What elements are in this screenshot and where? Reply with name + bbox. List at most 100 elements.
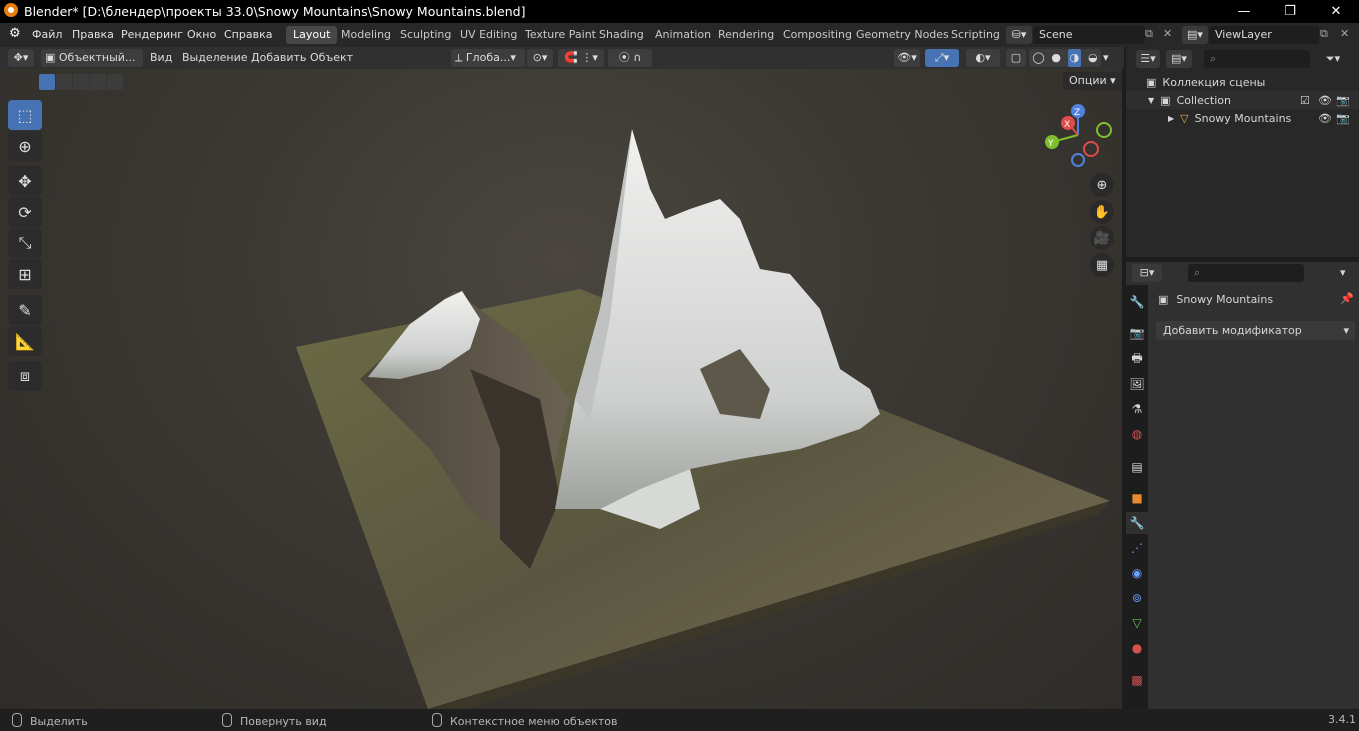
transform-orientation-dropdown[interactable]: ⟂ Глоба...▾ [451, 49, 525, 67]
material-tab-icon[interactable]: ● [1126, 637, 1148, 659]
viewlayer-selector-icon[interactable]: ▤▾ [1182, 26, 1208, 44]
constraints-tab-icon[interactable]: ⊚ [1126, 587, 1148, 609]
tab-compositing[interactable]: Compositing [776, 26, 859, 44]
move-icon[interactable]: ✥ [8, 166, 42, 196]
tab-texture-paint[interactable]: Texture Paint [518, 26, 603, 44]
minimize-button[interactable]: — [1221, 0, 1267, 23]
maximize-button[interactable]: ❐ [1267, 0, 1313, 23]
add-modifier-button[interactable]: Добавить модификатор ▾ [1156, 321, 1355, 340]
menu-select[interactable]: Выделение [182, 49, 248, 67]
transform-icon[interactable]: ⊞ [8, 259, 42, 289]
tool-tab-icon[interactable]: 🔧 [1126, 291, 1148, 313]
remove-viewlayer-icon[interactable]: ✕ [1340, 27, 1349, 40]
cursor-icon[interactable]: ⊕ [8, 131, 42, 161]
collection-checkbox-icon[interactable]: ☑ [1300, 94, 1310, 107]
properties-search-input[interactable]: ⌕ [1188, 264, 1304, 282]
pin-icon[interactable]: 📌 [1340, 292, 1354, 305]
shading-modes: ◯ ● ◑ ◒ [1029, 49, 1101, 67]
overlay-toggle-icon[interactable]: ◐▾ [966, 49, 1000, 67]
menu-window[interactable]: Окно [187, 28, 216, 41]
menu-add[interactable]: Добавить [251, 49, 306, 67]
snap-icon[interactable]: 🧲 ⋮▾ [558, 49, 604, 67]
expand-collection-icon[interactable]: ▼ [1148, 96, 1154, 105]
mode-dropdown[interactable]: ▣ Объектный... ▾ [41, 49, 143, 82]
new-scene-icon[interactable]: ⧉ [1145, 27, 1153, 41]
gizmo-toggle-icon[interactable]: ⤢▾ [925, 49, 959, 67]
output-tab-icon[interactable]: 🖶 [1126, 348, 1148, 370]
material-shading-icon[interactable]: ◑ [1067, 49, 1082, 67]
menu-object[interactable]: Объект [310, 49, 353, 67]
annotate-icon[interactable]: ✎ [8, 295, 42, 325]
collection-icon: ▣ [1160, 93, 1171, 107]
menu-render[interactable]: Рендеринг [121, 28, 183, 41]
outliner-editor-type-icon[interactable]: ☰▾ [1136, 50, 1160, 68]
pivot-point-icon[interactable]: ⊙▾ [527, 49, 553, 67]
object-tab-icon[interactable]: ■ [1126, 487, 1148, 509]
camera-view-icon[interactable]: 🎥 [1090, 226, 1114, 250]
filter-icon[interactable]: ⏷▾ [1318, 50, 1348, 68]
tab-layout[interactable]: Layout [286, 26, 338, 44]
xray-toggle-icon[interactable]: ▢ [1006, 49, 1026, 67]
display-mode-icon[interactable]: ▤▾ [1166, 50, 1192, 68]
scene-selector-icon[interactable]: ⛁▾ [1006, 26, 1032, 44]
texture-tab-icon[interactable]: ▩ [1126, 669, 1148, 691]
navigation-gizmo[interactable]: Z Y X [1040, 99, 1120, 169]
tab-modeling[interactable]: Modeling [334, 26, 398, 44]
tab-geometry-nodes[interactable]: Geometry Nodes [849, 26, 956, 44]
viewport-header: ✥▾ ▣ Объектный... ▾ Вид Выделение Добави… [0, 47, 1124, 82]
properties-options-icon[interactable]: ▾ [1340, 266, 1346, 279]
zoom-icon[interactable]: ⊕ [1090, 173, 1114, 197]
tab-shading[interactable]: Shading [592, 26, 651, 44]
visibility-icon[interactable]: 👁▾ [894, 49, 920, 67]
menu-help[interactable]: Справка [224, 28, 272, 41]
outliner-scene-collection[interactable]: ▣ Коллекция сцены [1146, 73, 1265, 91]
menu-file[interactable]: Файл [32, 28, 62, 41]
tab-sculpting[interactable]: Sculpting [393, 26, 458, 44]
tab-animation[interactable]: Animation [648, 26, 718, 44]
object-camera-icon[interactable]: 📷 [1336, 112, 1350, 125]
modifier-tab-icon[interactable]: 🔧 [1126, 512, 1148, 534]
tab-uv-editing[interactable]: UV Editing [453, 26, 524, 44]
proportional-edit-icon[interactable]: ⦿ ∩ [608, 49, 652, 67]
pan-hand-icon[interactable]: ✋ [1090, 200, 1114, 224]
object-eye-icon[interactable]: 👁 [1318, 112, 1332, 125]
world-tab-icon[interactable]: ◍ [1126, 423, 1148, 445]
shading-options-icon[interactable]: ▾ [1103, 49, 1109, 67]
expand-object-icon[interactable]: ▶ [1168, 114, 1174, 123]
rendered-shading-icon[interactable]: ◒ [1088, 49, 1098, 67]
outliner-search-input[interactable]: ⌕ [1204, 50, 1310, 68]
solid-shading-icon[interactable]: ● [1051, 49, 1061, 67]
outliner-object-row[interactable]: ▶ ▽ Snowy Mountains 👁 📷 [1126, 109, 1359, 127]
new-viewlayer-icon[interactable]: ⧉ [1320, 27, 1328, 41]
physics-tab-icon[interactable]: ◉ [1126, 562, 1148, 584]
scale-icon[interactable]: ⤡ [8, 228, 42, 258]
menu-view[interactable]: Вид [150, 49, 172, 67]
tab-rendering[interactable]: Rendering [711, 26, 781, 44]
perspective-toggle-icon[interactable]: ▦ [1090, 253, 1114, 277]
collection-eye-icon[interactable]: 👁 [1318, 94, 1332, 107]
blender-menu-icon[interactable]: ⚙ [9, 26, 21, 41]
view-layer-tab-icon[interactable]: 🖼 [1126, 373, 1148, 395]
outliner-collection-row[interactable]: ▼ ▣ Collection ☑ 👁 📷 [1126, 91, 1359, 109]
editor-type-icon[interactable]: ✥▾ [8, 49, 34, 67]
viewlayer-field[interactable]: ViewLayer [1209, 26, 1319, 44]
scene-field[interactable]: Scene [1033, 26, 1145, 44]
scene-tab-icon[interactable]: ⚗ [1126, 398, 1148, 420]
measure-icon[interactable]: 📐 [8, 326, 42, 356]
wireframe-shading-icon[interactable]: ◯ [1032, 49, 1044, 67]
particles-tab-icon[interactable]: ⋰ [1126, 537, 1148, 559]
select-box-icon[interactable]: ⬚ [8, 100, 42, 130]
tab-scripting[interactable]: Scripting [944, 26, 1007, 44]
properties-editor-type-icon[interactable]: ⊟▾ [1132, 264, 1162, 282]
menu-edit[interactable]: Правка [72, 28, 114, 41]
data-tab-icon[interactable]: ▽ [1126, 612, 1148, 634]
close-button[interactable]: ✕ [1313, 0, 1359, 23]
add-cube-icon[interactable]: ⧈ [8, 361, 42, 391]
rotate-icon[interactable]: ⟳ [8, 197, 42, 227]
render-tab-icon[interactable]: 📷 [1126, 322, 1148, 344]
collection-tab-icon[interactable]: ▤ [1126, 456, 1148, 478]
3d-viewport[interactable]: Опции ▾ ⬚ ⊕ ✥ ⟳ ⤡ ⊞ ✎ 📐 ⧈ Z Y X ⊕ ✋ 🎥 ▦ [0, 69, 1122, 709]
remove-scene-icon[interactable]: ✕ [1163, 27, 1172, 40]
orientation-label: Глоба... [465, 51, 511, 64]
collection-camera-icon[interactable]: 📷 [1336, 94, 1350, 107]
